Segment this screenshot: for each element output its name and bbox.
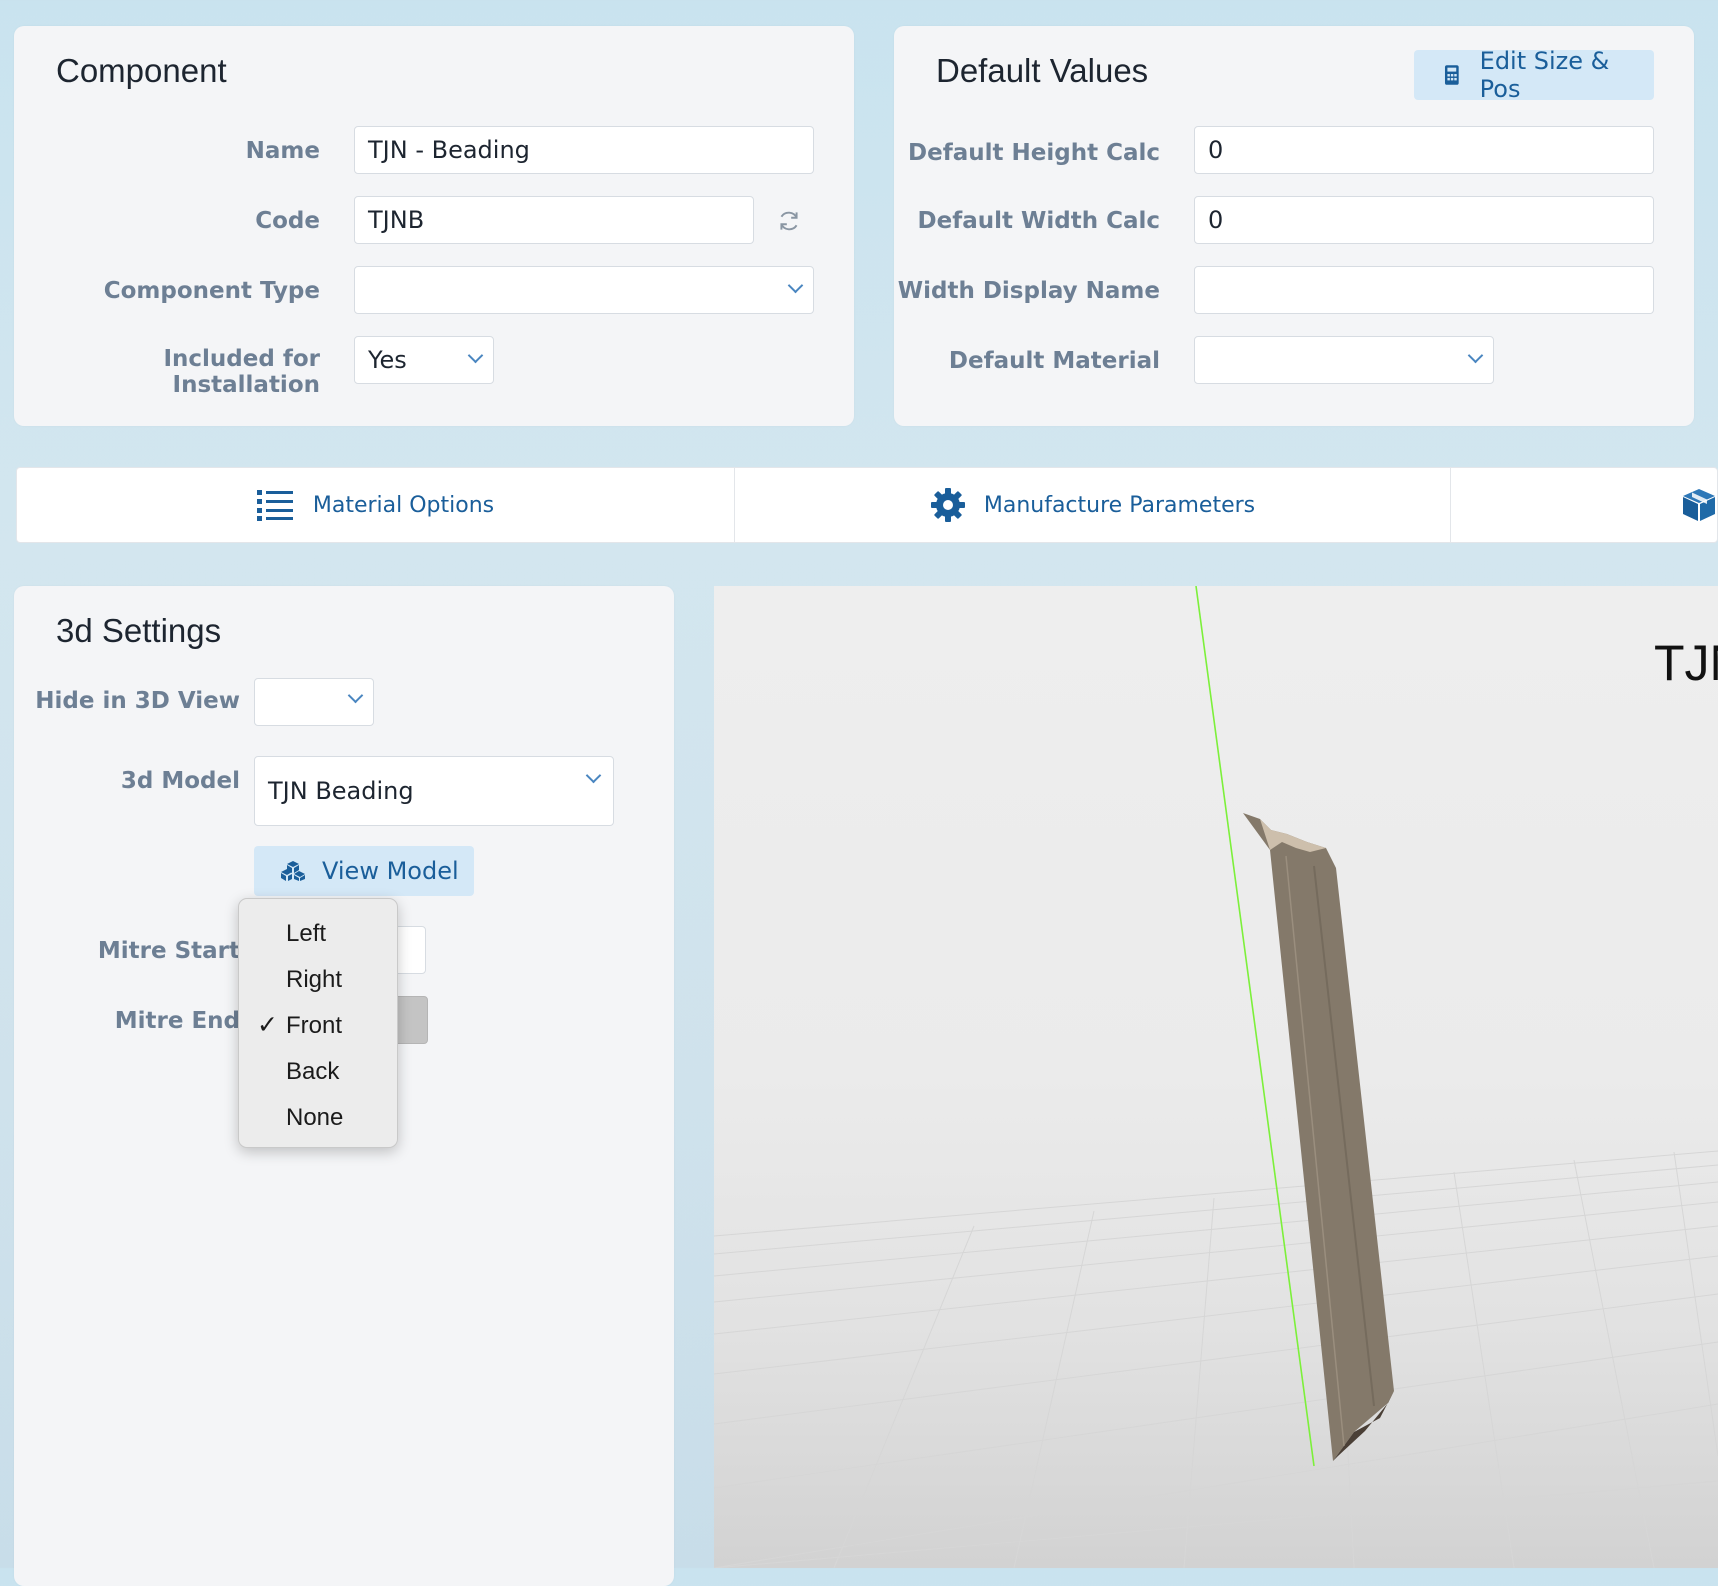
calculator-icon (1444, 65, 1459, 85)
width-display-name-input[interactable] (1194, 266, 1654, 314)
default-values-card: Default Values Edit Size & Pos Default H… (894, 26, 1694, 426)
3d-model-select[interactable]: TJN Beading (254, 756, 614, 826)
tab-manufacture-parameters[interactable]: Manufacture Parameters (735, 468, 1451, 542)
gear-icon (930, 488, 965, 522)
edit-size-pos-label: Edit Size & Pos (1479, 47, 1610, 103)
menu-item-label: None (286, 1104, 344, 1131)
tab-material-options[interactable]: Material Options (17, 468, 735, 542)
cubes-icon (281, 861, 305, 881)
checkmark-icon: ✓ (257, 1011, 278, 1039)
tab-manufacture-parameters-label: Manufacture Parameters (983, 492, 1256, 518)
floor-grid (714, 1150, 1718, 1568)
component-card: Component Name TJN - Beading Code TJNB C… (14, 26, 854, 426)
view-model-label: View Model (322, 857, 459, 885)
name-label: Name (245, 138, 320, 164)
default-width-input[interactable]: 0 (1194, 196, 1654, 244)
component-title: Component (56, 52, 227, 89)
refresh-icon[interactable] (776, 208, 802, 234)
menu-item-right[interactable]: Right (239, 957, 397, 1001)
menu-item-label: Back (286, 1058, 340, 1085)
default-width-label: Default Width Calc (917, 208, 1161, 234)
menu-item-label: Front (286, 1012, 343, 1039)
view-model-button[interactable]: View Model (254, 846, 474, 896)
mitre-end-label: Mitre End (114, 1008, 240, 1034)
menu-item-none[interactable]: None (239, 1095, 397, 1139)
code-label: Code (255, 208, 320, 234)
menu-item-left[interactable]: Left (239, 911, 397, 955)
default-values-title: Default Values (936, 52, 1149, 89)
menu-item-back[interactable]: Back (239, 1049, 397, 1093)
3d-settings-title: 3d Settings (56, 612, 222, 649)
menu-item-label: Left (286, 920, 327, 947)
included-installation-label: Included for Installation (163, 346, 320, 398)
default-material-label: Default Material (948, 348, 1160, 374)
hide-in-3d-label: Hide in 3D View (35, 688, 240, 714)
mitre-options-menu: Left Right ✓ Front Back None (238, 898, 398, 1148)
name-input[interactable]: TJN - Beading (354, 126, 814, 174)
menu-item-front[interactable]: ✓ Front (239, 1003, 397, 1047)
tab-bar: Material Options Manufacture Parameters (16, 467, 1718, 543)
component-type-label: Component Type (103, 278, 320, 304)
tab-material-options-label: Material Options (312, 492, 495, 518)
list-icon (256, 490, 293, 521)
3d-viewport[interactable]: TJN (714, 586, 1718, 1568)
default-height-label: Default Height Calc (908, 140, 1160, 166)
edit-size-pos-button[interactable]: Edit Size & Pos (1414, 47, 1654, 103)
component-type-select[interactable] (354, 266, 814, 314)
width-display-name-label: Width Display Name (897, 278, 1160, 304)
3d-scene (714, 586, 1718, 1568)
menu-item-label: Right (286, 966, 343, 993)
tab-3d[interactable] (1451, 468, 1718, 542)
cube-icon (1683, 489, 1715, 521)
default-height-input[interactable]: 0 (1194, 126, 1654, 174)
code-input[interactable]: TJNB (354, 196, 754, 244)
3d-model-label: 3d Model (120, 768, 240, 794)
viewport-overlay-title: TJN (1654, 635, 1718, 691)
default-material-select[interactable] (1194, 336, 1494, 384)
mitre-start-label: Mitre Start (97, 938, 240, 964)
